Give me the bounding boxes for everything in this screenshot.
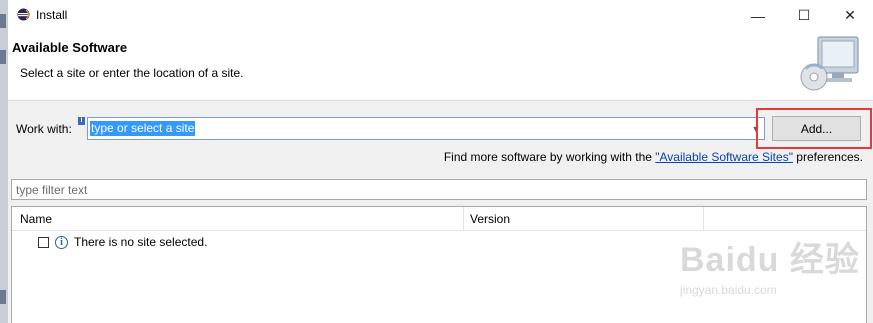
column-divider[interactable] [703, 207, 704, 230]
find-more-text: Find more software by working with the "… [444, 150, 863, 164]
install-dialog: Install — ☐ ✕ Available Software Select … [8, 0, 873, 323]
column-header-name[interactable]: Name [20, 212, 52, 226]
filter-input[interactable]: type filter text [11, 179, 867, 200]
window-title: Install [36, 8, 68, 22]
close-icon: ✕ [844, 7, 856, 23]
watermark-logo-text: Baidu 经验 [680, 241, 860, 279]
info-icon: i [55, 235, 68, 249]
maximize-icon: ☐ [797, 7, 811, 23]
wizard-header: Available Software Select a site or ente… [8, 31, 873, 101]
baidu-watermark: Baidu 经验 jingyan.baidu.com [680, 232, 860, 297]
find-more-prefix: Find more software by working with the [443, 150, 656, 164]
column-divider[interactable] [463, 207, 464, 230]
eclipse-icon [17, 8, 30, 21]
background-icon [0, 50, 6, 64]
background-icon [0, 14, 6, 28]
title-bar: Install — ☐ ✕ [8, 0, 873, 31]
content-assist-hint-icon: i [78, 117, 85, 125]
tree-header: Name Version [12, 207, 866, 231]
minimize-button[interactable]: — [735, 0, 781, 31]
find-more-suffix: preferences. [792, 150, 863, 164]
column-header-version[interactable]: Version [470, 212, 510, 226]
chevron-down-icon[interactable]: ▼ [749, 119, 763, 138]
maximize-button[interactable]: ☐ [781, 0, 827, 31]
background-window-strip [0, 0, 8, 323]
tree-row[interactable]: i There is no site selected. [38, 234, 207, 250]
page-title: Available Software [12, 40, 128, 55]
minimize-icon: — [751, 7, 765, 24]
background-icon [0, 290, 6, 304]
watermark-url: jingyan.baidu.com [680, 283, 777, 297]
page-description: Select a site or enter the location of a… [20, 66, 244, 80]
filter-placeholder: type filter text [16, 183, 88, 197]
work-with-combo[interactable]: type or select a site ▼ [87, 117, 765, 140]
work-with-label: Work with: [16, 122, 72, 136]
work-with-input-text[interactable]: type or select a site [90, 121, 196, 136]
row-text: There is no site selected. [74, 235, 208, 249]
close-button[interactable]: ✕ [827, 0, 873, 31]
row-checkbox[interactable] [38, 236, 49, 248]
add-button[interactable]: Add... [772, 116, 861, 141]
install-wizard-icon [800, 36, 859, 91]
available-software-sites-link[interactable]: "Available Software Sites" [655, 150, 793, 164]
